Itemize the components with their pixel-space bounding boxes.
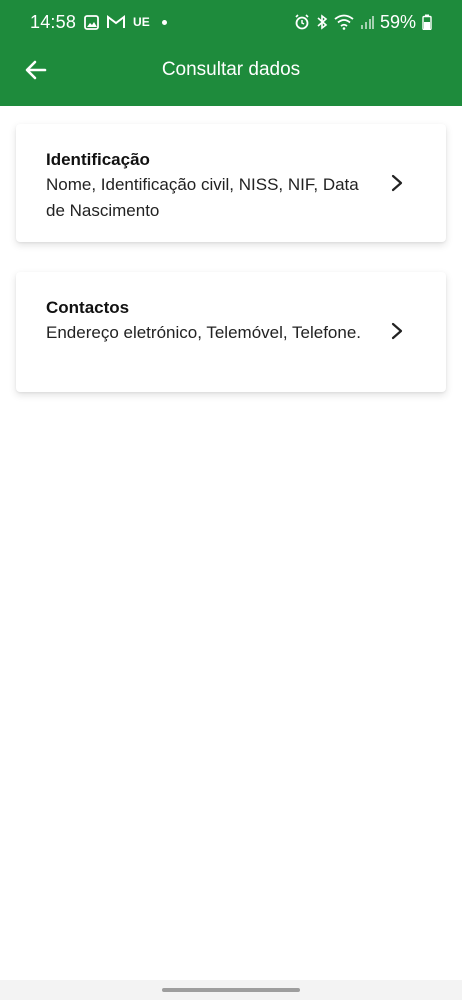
- card-title: Contactos: [46, 298, 130, 317]
- image-icon: [84, 14, 99, 30]
- battery-percent: 59%: [379, 11, 416, 32]
- card-title: Identificação: [46, 150, 150, 169]
- notification-dot-icon: [161, 19, 167, 25]
- arrow-left-icon: [25, 60, 47, 80]
- back-button[interactable]: [22, 56, 50, 84]
- signal-icon: [360, 15, 374, 29]
- card-description: Endereço eletrónico, Telemóvel, Telefone…: [46, 323, 362, 342]
- card-description: Nome, Identificação civil, NISS, NIF, Da…: [46, 175, 359, 220]
- page-title: Consultar dados: [161, 59, 301, 80]
- chevron-right-icon: [391, 174, 403, 192]
- navigation-bar: [0, 980, 462, 1000]
- battery-icon: [422, 14, 432, 30]
- card-identificacao[interactable]: Identificação Nome, Identificação civil,…: [16, 124, 446, 242]
- card-contactos[interactable]: Contactos Endereço eletrónico, Telemóvel…: [16, 272, 446, 392]
- wifi-icon: [334, 14, 354, 30]
- status-time: 14:58: [30, 11, 77, 32]
- home-handle[interactable]: [162, 988, 300, 992]
- app-bar: Consultar dados: [0, 44, 462, 96]
- carrier-text: UE: [133, 15, 150, 29]
- status-bar: 14:58 UE 59%: [0, 0, 462, 44]
- header: 14:58 UE 59% Consultar dados: [0, 0, 462, 106]
- alarm-icon: [294, 14, 310, 30]
- bluetooth-icon: [316, 14, 328, 30]
- gmail-icon: [107, 15, 126, 29]
- chevron-right-icon: [391, 322, 403, 340]
